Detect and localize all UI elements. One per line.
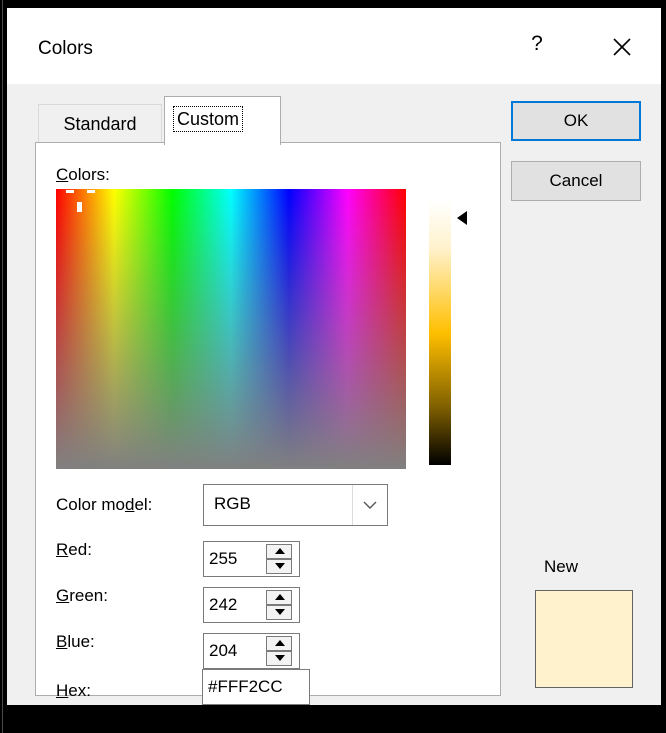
- ok-button[interactable]: OK: [511, 101, 641, 141]
- tab-custom[interactable]: Custom: [164, 96, 281, 145]
- new-color-label: New: [544, 557, 579, 576]
- red-input[interactable]: 255: [203, 541, 261, 577]
- hex-label: Hex:: [56, 681, 91, 700]
- cancel-button[interactable]: Cancel: [511, 161, 641, 201]
- green-input[interactable]: 242: [203, 587, 261, 623]
- tab-custom-label: Custom: [173, 106, 244, 132]
- red-down-button[interactable]: [266, 559, 292, 574]
- chevron-down-icon: [363, 501, 377, 509]
- close-button[interactable]: [605, 30, 639, 64]
- color-spectrum[interactable]: [56, 189, 406, 469]
- background-window-edge: [0, 0, 7, 733]
- green-down-button[interactable]: [266, 605, 292, 620]
- hex-input[interactable]: #FFF2CC: [202, 669, 310, 705]
- help-button[interactable]: ?: [525, 32, 549, 62]
- green-up-button[interactable]: [266, 590, 292, 605]
- red-spinner: 255: [203, 541, 301, 577]
- dialog-content: Standard Custom Colors: Color model: RGB: [7, 84, 661, 723]
- blue-input[interactable]: 204: [203, 633, 261, 669]
- title-bar[interactable]: Colors ?: [7, 8, 661, 84]
- blue-up-button[interactable]: [266, 636, 292, 651]
- current-color-label: Current: [537, 704, 594, 723]
- close-icon: [613, 38, 631, 56]
- luminance-slider[interactable]: [429, 201, 451, 465]
- colors-dialog: Colors ? Standard Custom Colors: Color m…: [7, 8, 661, 723]
- color-model-label: Color model:: [56, 495, 153, 514]
- color-model-value: RGB: [214, 494, 251, 513]
- help-icon: ?: [531, 32, 543, 55]
- color-model-select[interactable]: RGB: [203, 484, 388, 526]
- colors-label: Colors:: [56, 165, 110, 184]
- green-label: Green:: [56, 586, 108, 605]
- blue-down-button[interactable]: [266, 651, 292, 666]
- blue-spinner: 204: [203, 633, 301, 669]
- blue-label: Blue:: [56, 632, 95, 651]
- tab-standard[interactable]: Standard: [38, 104, 162, 143]
- red-up-button[interactable]: [266, 544, 292, 559]
- color-preview-swatch: [535, 590, 633, 688]
- dialog-title: Colors: [38, 38, 93, 59]
- custom-tab-panel: Colors: Color model: RGB Red: 255 Green:…: [35, 142, 501, 700]
- luminance-arrow-icon[interactable]: [457, 211, 467, 225]
- red-label: Red:: [56, 540, 92, 559]
- spectrum-crosshair[interactable]: [66, 190, 95, 212]
- dropdown-button[interactable]: [352, 485, 387, 525]
- green-spinner: 242: [203, 587, 301, 623]
